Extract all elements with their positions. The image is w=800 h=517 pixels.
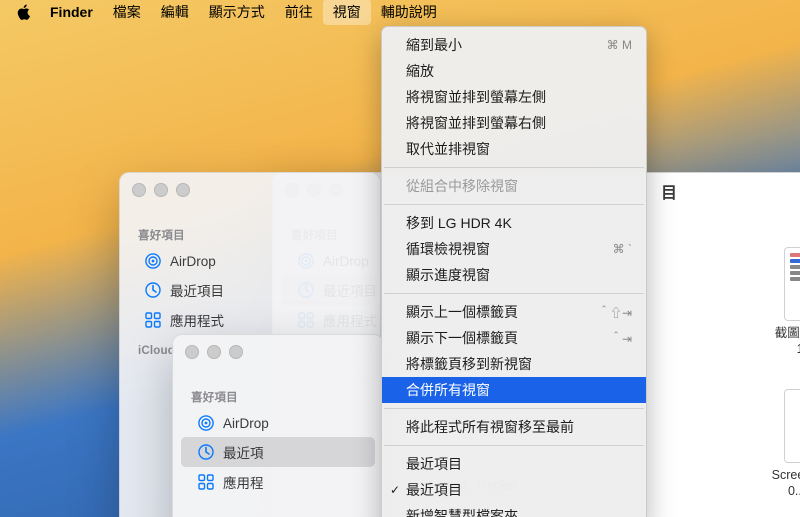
sidebar-item[interactable]: AirDrop bbox=[181, 409, 375, 437]
menu-item[interactable]: 取代並排視窗 bbox=[382, 136, 646, 162]
menu-item[interactable]: 最近項目 bbox=[382, 451, 646, 477]
menu-item-label: 將標籤頁移到新視窗 bbox=[406, 354, 532, 374]
file-label: 截圖 2023-02-21 17.16.18 bbox=[763, 326, 800, 357]
menu-item[interactable]: 合併所有視窗 bbox=[382, 377, 646, 403]
menu-item[interactable]: ✓ 最近項目 bbox=[382, 477, 646, 503]
menu-item-label: 從組合中移除視窗 bbox=[406, 176, 518, 196]
menu-item[interactable]: 顯示上一個標籤頁 ＾⇧⇥ bbox=[382, 299, 646, 325]
sidebar-item-label: AirDrop bbox=[223, 416, 269, 431]
menu-item-label: 縮放 bbox=[406, 61, 434, 81]
clock-icon bbox=[197, 443, 215, 461]
menu-item-label: 顯示下一個標籤頁 bbox=[406, 328, 518, 348]
menu-window[interactable]: 視窗 bbox=[323, 0, 371, 25]
window-title-fragment: 目 bbox=[661, 179, 677, 203]
traffic-lights[interactable] bbox=[132, 183, 190, 197]
file-thumbnail[interactable]: 截圖 2023-02-21 17.16.18 bbox=[763, 247, 800, 357]
menu-app-name[interactable]: Finder bbox=[40, 1, 103, 23]
sidebar-item-label: 最近項目 bbox=[170, 280, 224, 300]
traffic-lights[interactable] bbox=[185, 345, 243, 359]
window-menu-dropdown: 縮到最小 ⌘ M 縮放將視窗並排到螢幕左側將視窗並排到螢幕右側取代並排視窗從組合中移… bbox=[381, 26, 647, 517]
menu-item-label: 將視窗並排到螢幕左側 bbox=[406, 87, 546, 107]
airdrop-icon bbox=[144, 252, 162, 270]
menu-item-label: 顯示上一個標籤頁 bbox=[406, 302, 518, 322]
sidebar-item-label: 應用程 bbox=[223, 472, 264, 492]
clock-icon bbox=[144, 281, 162, 299]
file-label: Screenshot 2023-0...14.45.20 bbox=[763, 468, 800, 499]
menu-item[interactable]: 循環檢視視窗 ⌘ ` bbox=[382, 236, 646, 262]
menu-edit[interactable]: 編輯 bbox=[151, 0, 199, 25]
menubar: Finder 檔案 編輯 顯示方式 前往 視窗 輔助說明 bbox=[0, 0, 800, 24]
menu-item[interactable]: 將標籤頁移到新視窗 bbox=[382, 351, 646, 377]
menu-item[interactable]: 縮放 bbox=[382, 58, 646, 84]
sidebar-item[interactable]: AirDrop bbox=[128, 247, 372, 275]
screenshot-icon bbox=[784, 247, 800, 321]
file-thumbnail[interactable]: Screenshot 2023-0...14.45.20 bbox=[763, 389, 800, 499]
sidebar-item-label: 最近項 bbox=[223, 442, 264, 462]
screenshot-icon bbox=[784, 389, 800, 463]
menu-item-label: 將視窗並排到螢幕右側 bbox=[406, 113, 546, 133]
menu-item-label: 合併所有視窗 bbox=[406, 380, 490, 400]
menu-go[interactable]: 前往 bbox=[275, 0, 323, 25]
menu-item-label: 顯示進度視窗 bbox=[406, 265, 490, 285]
menu-file[interactable]: 檔案 bbox=[103, 0, 151, 25]
menu-item[interactable]: 顯示下一個標籤頁 ＾⇥ bbox=[382, 325, 646, 351]
menu-item-label: 最近項目 bbox=[406, 454, 462, 474]
menu-item[interactable]: 新增智慧型檔案夾 bbox=[382, 503, 646, 517]
menu-item-shortcut: ⌘ ` bbox=[613, 242, 632, 256]
airdrop-icon bbox=[197, 414, 215, 432]
menu-item-label: 移到 LG HDR 4K bbox=[406, 213, 512, 233]
menu-item-shortcut: ⌘ M bbox=[607, 38, 632, 52]
menu-item[interactable]: 將視窗並排到螢幕左側 bbox=[382, 84, 646, 110]
checkmark-icon: ✓ bbox=[390, 483, 400, 497]
menu-item-shortcut: ＾⇥ bbox=[610, 330, 632, 347]
apple-menu-icon[interactable] bbox=[14, 4, 32, 20]
menu-item[interactable]: 縮到最小 ⌘ M bbox=[382, 32, 646, 58]
menu-item[interactable]: 將此程式所有視窗移至最前 bbox=[382, 414, 646, 440]
menu-view[interactable]: 顯示方式 bbox=[199, 0, 275, 25]
apps-icon bbox=[144, 311, 162, 329]
menu-item-label: 最近項目 bbox=[406, 480, 462, 500]
apps-icon bbox=[197, 473, 215, 491]
menu-item-label: 新增智慧型檔案夾 bbox=[406, 506, 518, 517]
menu-item[interactable]: 顯示進度視窗 bbox=[382, 262, 646, 288]
menu-help[interactable]: 輔助說明 bbox=[371, 0, 447, 25]
sidebar-item-label: 應用程式 bbox=[170, 310, 224, 330]
sidebar-item[interactable]: 應用程式 bbox=[128, 305, 372, 335]
menu-item-label: 將此程式所有視窗移至最前 bbox=[406, 417, 574, 437]
sidebar-item-label: AirDrop bbox=[170, 254, 216, 269]
sidebar-item[interactable]: 最近項 bbox=[181, 437, 375, 467]
sidebar-item[interactable]: 應用程 bbox=[181, 467, 375, 497]
sidebar-item[interactable]: 最近項目 bbox=[128, 275, 372, 305]
finder-window-front[interactable]: 喜好項目 AirDrop最近項應用程 bbox=[172, 334, 384, 517]
menu-item-shortcut: ＾⇧⇥ bbox=[598, 304, 632, 321]
menu-item-label: 循環檢視視窗 bbox=[406, 239, 490, 259]
menu-item[interactable]: 將視窗並排到螢幕右側 bbox=[382, 110, 646, 136]
menu-item: 從組合中移除視窗 bbox=[382, 173, 646, 199]
menu-item[interactable]: 移到 LG HDR 4K bbox=[382, 210, 646, 236]
menu-item-label: 取代並排視窗 bbox=[406, 139, 490, 159]
menu-item-label: 縮到最小 bbox=[406, 35, 462, 55]
